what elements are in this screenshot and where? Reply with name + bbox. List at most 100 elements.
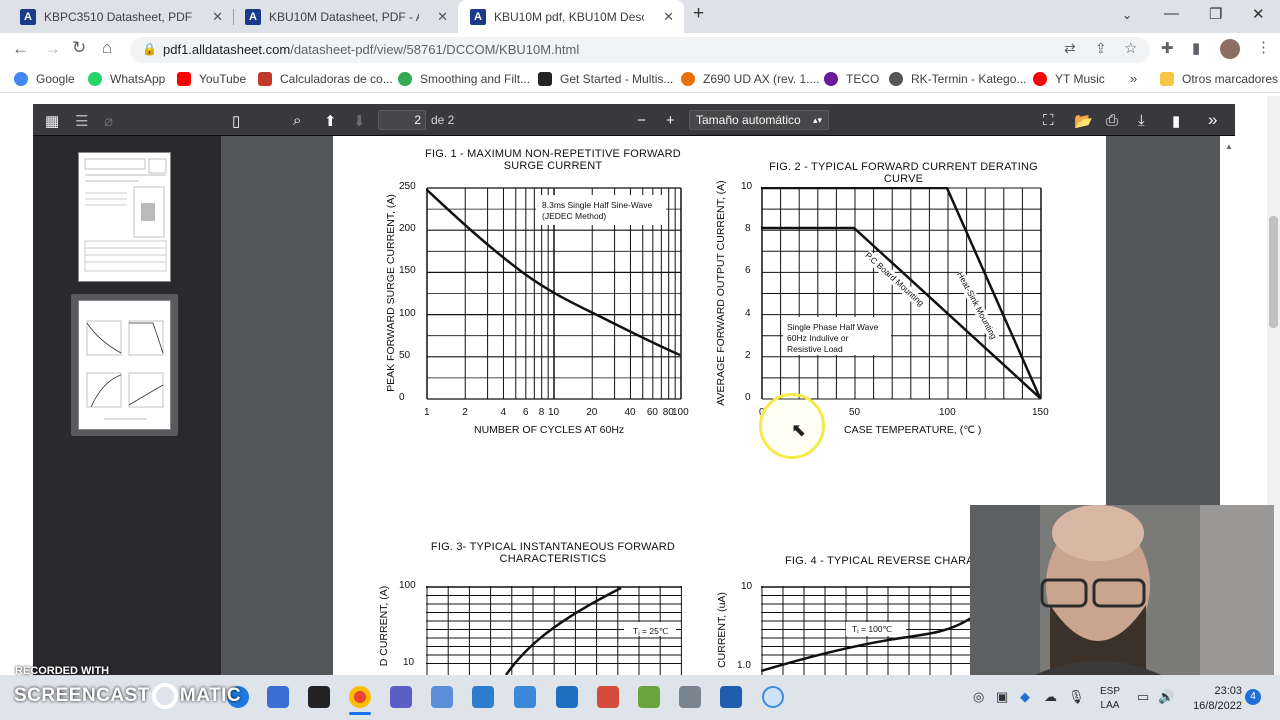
thumbnail-page-1[interactable] [78,152,171,282]
window-close-icon[interactable]: ✕ [1252,5,1265,23]
search-icon[interactable]: ⌕ [293,112,301,129]
translate-icon[interactable]: ⇄ [1064,40,1076,57]
bookmark-whatsapp[interactable]: WhatsApp [88,72,165,86]
share-icon[interactable]: ⇪ [1095,40,1107,57]
home-icon[interactable]: ⌂ [102,38,112,58]
tab-search-icon[interactable]: ⌄ [1122,8,1132,22]
bookmark-calculadoras[interactable]: Calculadoras de co... [258,72,393,86]
folder-icon [1160,72,1174,86]
page-number-input[interactable]: 2 [378,110,426,130]
scroll-up-icon[interactable]: ▲ [1225,142,1233,151]
bookmark-yt-music[interactable]: YT Music [1033,72,1105,86]
thumbnail-page-1-preview [84,158,167,272]
close-icon[interactable]: ✕ [437,9,448,25]
tools-icon[interactable]: » [1208,110,1217,130]
bookmark-multisim[interactable]: Get Started - Multis... [538,72,673,86]
microphone-icon[interactable]: 🎙 [1068,689,1085,705]
mail-icon[interactable] [556,686,578,708]
url-text[interactable]: pdf1.alldatasheet.com/datasheet-pdf/view… [163,42,579,57]
zoom-in-icon[interactable]: + [666,112,675,129]
smoothing-site-icon [398,72,412,86]
cloud-icon[interactable]: ☁ [1044,689,1057,705]
fig3-curve [504,586,622,675]
chart-app-icon[interactable] [431,686,453,708]
close-icon[interactable]: ✕ [663,9,674,25]
lock-icon[interactable]: 🔒 [142,42,157,56]
bookmark-z690[interactable]: Z690 UD AX (rev. 1.... [681,72,819,86]
clock[interactable]: 23:03 16/8/2022 [1182,684,1242,714]
image-app-icon[interactable] [514,686,536,708]
fig2-xtick: 50 [849,407,861,418]
language-indicator[interactable]: ESP LAA [1100,685,1120,713]
sidebar-toggle-icon[interactable]: ▦ [45,112,59,130]
bookmark-page-icon[interactable]: ▮ [1172,112,1180,130]
next-page-icon[interactable]: ⬇ [353,112,366,130]
fig2-xtick: 150 [1032,407,1049,418]
picture-app-icon[interactable] [720,686,742,708]
outline-icon[interactable]: ☰ [75,112,88,130]
minimize-icon[interactable]: — [1164,5,1179,22]
extensions-icon[interactable]: ✚ [1161,39,1174,57]
zoom-out-icon[interactable]: − [637,112,646,129]
bookmark-google[interactable]: Google [14,72,75,86]
security-tray-icon[interactable]: ▣ [996,689,1008,705]
fig1-ytick: 200 [399,223,416,235]
scrollbar-thumb[interactable] [1269,216,1278,328]
open-file-icon[interactable]: 📂 [1074,112,1093,130]
display-icon[interactable]: ▭ [1137,689,1149,705]
tray-icon[interactable]: ◎ [973,689,984,705]
fig3-title: FIG. 3- TYPICAL INSTANTANEOUS FORWARD CHA… [430,541,676,565]
side-panel-icon[interactable]: ▮ [1192,39,1200,57]
more-bookmarks-icon[interactable]: » [1130,71,1137,86]
tab-kbu10m-pdf[interactable]: A KBU10M pdf, KBU10M Descriptio ✕ [458,0,684,33]
presentation-mode-icon[interactable]: ⛶ [1043,112,1054,129]
calculator-app-icon[interactable] [390,686,412,708]
store-icon[interactable] [267,686,289,708]
photos-icon[interactable] [472,686,494,708]
layers-app-icon[interactable] [638,686,660,708]
bookmark-star-icon[interactable]: ☆ [1124,39,1137,57]
bookmark-smoothing[interactable]: Smoothing and Filt... [398,72,530,86]
new-tab-icon[interactable]: + [693,3,704,25]
download-icon[interactable]: ⤓ [1138,112,1145,129]
print-icon[interactable]: ⎙ [1106,112,1118,129]
circle-app-icon[interactable] [762,686,784,708]
zoom-select[interactable]: Tamaño automático ▴▾ [689,110,829,130]
menu-icon[interactable]: ⋮ [1256,38,1271,56]
attachments-icon[interactable]: ⌀ [104,112,113,130]
forward-icon[interactable]: → [44,39,61,59]
close-icon[interactable]: ✕ [212,9,223,25]
webcam-person-image [970,505,1274,677]
fig1-xtick: 60 [646,407,658,418]
dropbox-icon[interactable]: ◆ [1020,689,1030,705]
thumbnail-page-2[interactable] [78,300,171,430]
chrome-icon[interactable] [349,686,371,708]
colorful-app-icon[interactable] [597,686,619,708]
fig1-xtick: 6 [522,407,529,418]
tab-kbu10m-datasheet[interactable]: A KBU10M Datasheet, PDF - Alldat ✕ [233,0,458,33]
notification-badge[interactable]: 4 [1245,689,1261,705]
calc-icon[interactable] [679,686,701,708]
fig2-ytick: 2 [745,349,751,361]
tab-kbpc3510[interactable]: A KBPC3510 Datasheet, PDF - Allda ✕ [8,0,233,33]
bookmark-youtube[interactable]: YouTube [177,72,246,86]
fig2-ytick: 0 [745,392,751,403]
teco-icon [824,72,838,86]
maximize-icon[interactable]: ❐ [1209,5,1222,23]
avatar[interactable] [1220,39,1240,59]
volume-icon[interactable]: 🔊 [1158,689,1174,705]
bookmark-other-folder[interactable]: Otros marcadores [1160,72,1278,86]
back-icon[interactable]: ← [12,39,29,59]
previous-page-icon[interactable]: ⬆ [324,112,337,130]
fig4-title: FIG. 4 - TYPICAL REVERSE CHARACT [785,555,989,567]
fig1-ytick: 0 [399,392,405,403]
fig2-xlabel: CASE TEMPERATURE, (℃ ) [844,424,982,436]
bookmark-teco[interactable]: TECO [824,72,879,86]
fig3-ylabel: D CURRENT, (A) [378,585,390,667]
tab-title: KBU10M pdf, KBU10M Descriptio [494,9,644,24]
app-icon[interactable] [308,686,330,708]
toggle-sidebar-icon[interactable]: ▯ [232,112,240,130]
reload-icon[interactable]: ↻ [72,38,86,58]
bookmark-rk-termin[interactable]: RK-Termin - Katego... [889,72,1026,86]
tab-strip: A KBPC3510 Datasheet, PDF - Allda ✕ A KB… [0,0,1280,33]
